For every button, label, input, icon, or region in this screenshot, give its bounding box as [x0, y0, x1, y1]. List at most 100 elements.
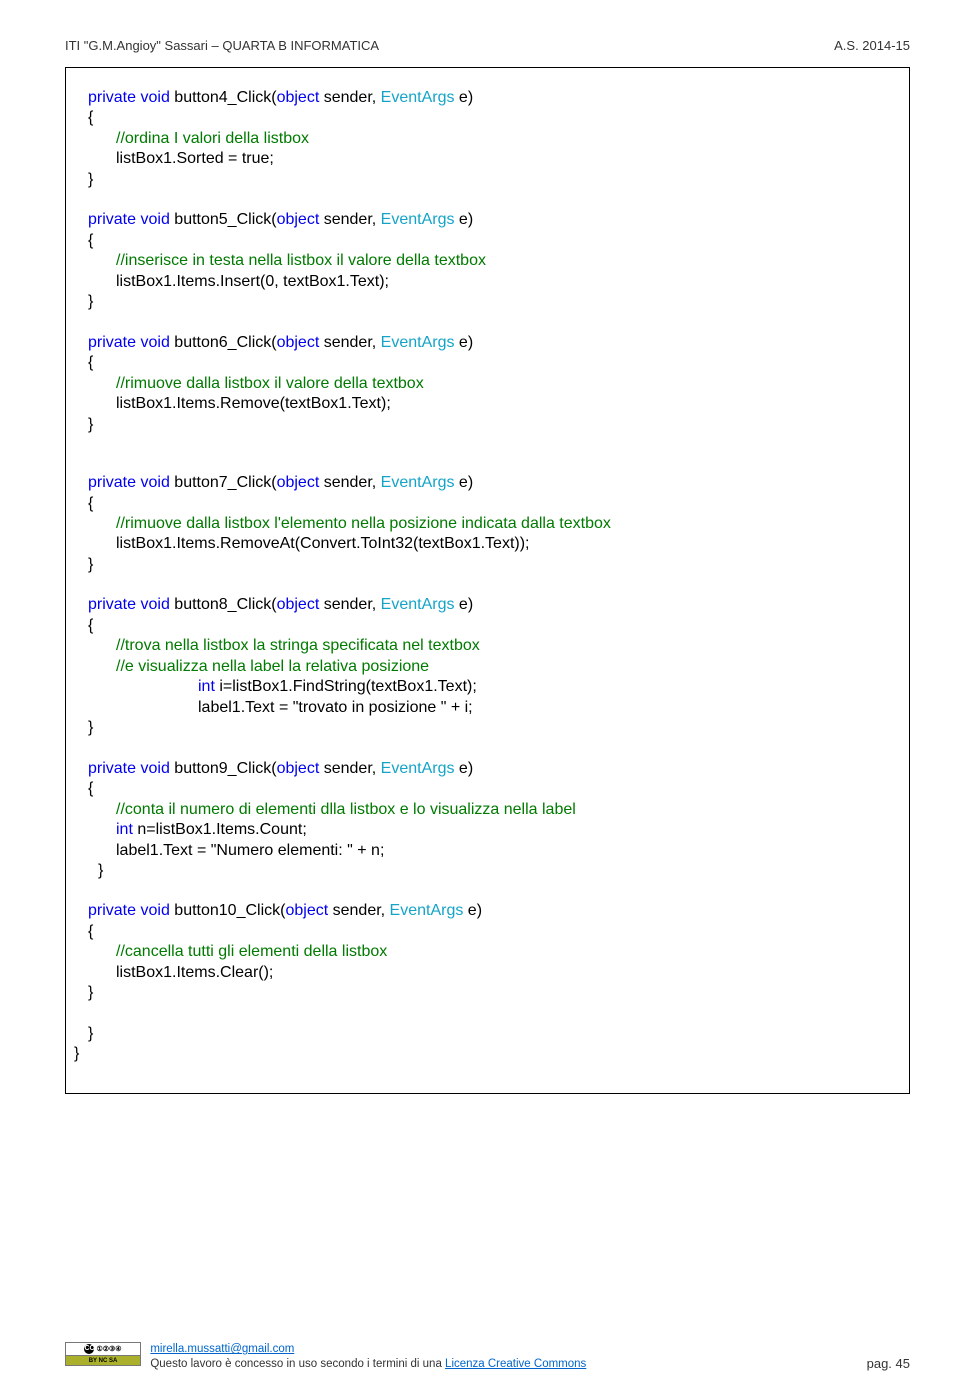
method-name: button5_Click( — [174, 211, 276, 228]
brace: { — [88, 353, 887, 373]
page-footer: CC①②③④ BY NC SA mirella.mussatti@gmail.c… — [65, 1342, 910, 1371]
text: e) — [454, 211, 473, 228]
comment: //e visualizza nella label la relativa p… — [116, 658, 429, 675]
comment: //rimuove dalla listbox il valore della … — [116, 375, 424, 392]
keyword: void — [140, 211, 169, 228]
code-line: listBox1.Items.Insert(0, textBox1.Text); — [116, 273, 389, 290]
keyword: void — [140, 334, 169, 351]
keyword: object — [277, 596, 320, 613]
method-name: button10_Click( — [174, 902, 285, 919]
brace: { — [88, 494, 887, 514]
comment: //ordina I valori della listbox — [116, 130, 309, 147]
page-num: 45 — [896, 1356, 910, 1371]
comment: //rimuove dalla listbox l'elemento nella… — [116, 515, 611, 532]
cc-license-icon: CC①②③④ BY NC SA — [65, 1342, 141, 1366]
footer-text: mirella.mussatti@gmail.com Questo lavoro… — [150, 1342, 586, 1371]
brace: { — [88, 616, 887, 636]
code-line: listBox1.Sorted = true; — [116, 150, 274, 167]
text: sender, — [328, 902, 389, 919]
code-line: n=listBox1.Items.Count; — [133, 821, 307, 838]
text: e) — [454, 474, 473, 491]
header-right: A.S. 2014-15 — [834, 38, 910, 53]
keyword: void — [140, 596, 169, 613]
code-block: private void button4_Click(object sender… — [65, 67, 910, 1094]
text: sender, — [319, 211, 380, 228]
method-name: button9_Click( — [174, 760, 276, 777]
text: e) — [463, 902, 482, 919]
brace: } — [98, 862, 103, 879]
brace: } — [88, 415, 887, 435]
keyword: int — [198, 678, 215, 695]
type: EventArgs — [381, 211, 455, 228]
keyword: private — [88, 596, 136, 613]
keyword: int — [116, 821, 133, 838]
keyword: void — [140, 89, 169, 106]
method-button6: private void button6_Click(object sender… — [88, 333, 887, 435]
method-button7: private void button7_Click(object sender… — [88, 473, 887, 575]
keyword: object — [277, 89, 320, 106]
header-left: ITI "G.M.Angioy" Sassari – QUARTA B INFO… — [65, 38, 379, 53]
page-label: pag. — [867, 1356, 896, 1371]
brace: { — [88, 108, 887, 128]
code-line: label1.Text = "Numero elementi: " + n; — [116, 842, 384, 859]
text: sender, — [319, 760, 380, 777]
method-button5: private void button5_Click(object sender… — [88, 210, 887, 312]
keyword: object — [277, 334, 320, 351]
text: e) — [454, 760, 473, 777]
brace: } — [88, 170, 887, 190]
text: e) — [454, 596, 473, 613]
page-number: pag. 45 — [867, 1356, 910, 1371]
keyword: void — [140, 902, 169, 919]
keyword: object — [277, 211, 320, 228]
type: EventArgs — [381, 334, 455, 351]
brace: } — [88, 292, 887, 312]
keyword: private — [88, 474, 136, 491]
keyword: private — [88, 89, 136, 106]
method-button8: private void button8_Click(object sender… — [88, 595, 887, 738]
method-name: button6_Click( — [174, 334, 276, 351]
method-button9: private void button9_Click(object sender… — [88, 759, 887, 882]
footer-license-text: Questo lavoro è concesso in uso secondo … — [150, 1358, 445, 1370]
text: e) — [454, 89, 473, 106]
comment: //cancella tutti gli elementi della list… — [116, 943, 387, 960]
footer-email[interactable]: mirella.mussatti@gmail.com — [150, 1343, 294, 1355]
page-header: ITI "G.M.Angioy" Sassari – QUARTA B INFO… — [65, 38, 910, 53]
brace: } — [88, 1024, 887, 1044]
keyword: void — [140, 474, 169, 491]
keyword: object — [277, 760, 320, 777]
text: sender, — [319, 334, 380, 351]
type: EventArgs — [390, 902, 464, 919]
text: e) — [454, 334, 473, 351]
text: sender, — [319, 474, 380, 491]
page: ITI "G.M.Angioy" Sassari – QUARTA B INFO… — [0, 0, 960, 1395]
closing-braces: } } — [74, 1024, 887, 1065]
method-name: button4_Click( — [174, 89, 276, 106]
method-name: button8_Click( — [174, 596, 276, 613]
code-line: label1.Text = "trovato in posizione " + … — [198, 699, 473, 716]
keyword: object — [277, 474, 320, 491]
keyword: private — [88, 902, 136, 919]
type: EventArgs — [381, 89, 455, 106]
keyword: private — [88, 760, 136, 777]
code-line: listBox1.Items.Clear(); — [116, 964, 273, 981]
comment: //conta il numero di elementi dlla listb… — [116, 801, 576, 818]
brace: } — [88, 555, 887, 575]
method-name: button7_Click( — [174, 474, 276, 491]
brace: { — [88, 779, 887, 799]
text: sender, — [319, 89, 380, 106]
brace: { — [88, 922, 887, 942]
method-button4: private void button4_Click(object sender… — [88, 88, 887, 190]
keyword: object — [285, 902, 328, 919]
text: sender, — [319, 596, 380, 613]
type: EventArgs — [381, 474, 455, 491]
comment: //inserisce in testa nella listbox il va… — [116, 252, 486, 269]
type: EventArgs — [381, 596, 455, 613]
brace: } — [88, 718, 887, 738]
code-line: listBox1.Items.Remove(textBox1.Text); — [116, 395, 391, 412]
keyword: void — [140, 760, 169, 777]
method-button10: private void button10_Click(object sende… — [88, 901, 887, 1003]
code-line: listBox1.Items.RemoveAt(Convert.ToInt32(… — [116, 535, 529, 552]
type: EventArgs — [381, 760, 455, 777]
footer-license-link[interactable]: Licenza Creative Commons — [445, 1358, 586, 1370]
brace: { — [88, 231, 887, 251]
